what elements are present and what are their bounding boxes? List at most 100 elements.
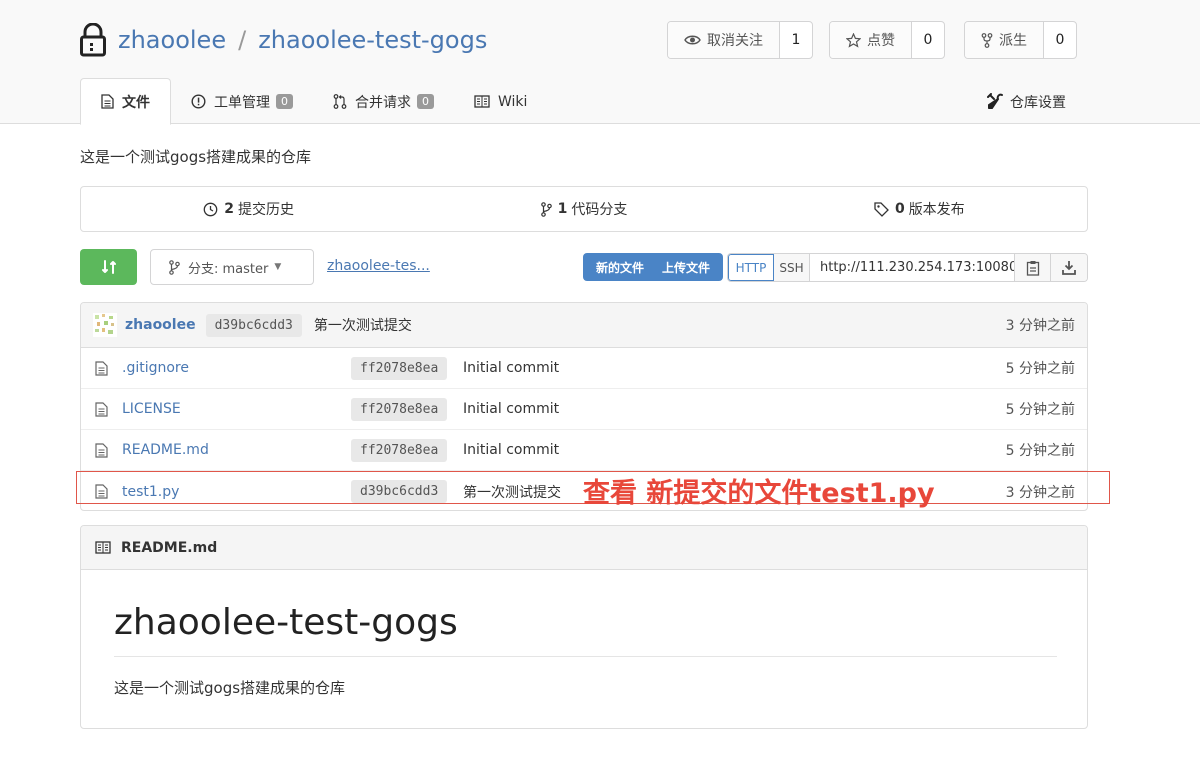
stat-releases[interactable]: 0 版本发布 — [752, 187, 1087, 231]
file-commit-sha[interactable]: ff2078e8ea — [351, 356, 448, 380]
commit-time: 3 分钟之前 — [1005, 318, 1075, 334]
file-commit-sha[interactable]: ff2078e8ea — [351, 438, 448, 462]
file-icon — [95, 360, 108, 376]
repo-name-link[interactable]: zhaoolee-test-gogs — [258, 26, 487, 54]
watch-button-group[interactable]: 取消关注 1 — [667, 21, 813, 59]
readme-divider — [114, 656, 1057, 657]
readme-filename: README.md — [121, 539, 218, 556]
clone-http-button[interactable]: HTTP — [728, 254, 774, 281]
file-commit-time: 5 分钟之前 — [1005, 443, 1075, 459]
star-button-group[interactable]: 点赞 0 — [829, 21, 945, 59]
file-commit-time: 5 分钟之前 — [1005, 361, 1075, 377]
avatar[interactable] — [93, 313, 117, 337]
clipboard-icon — [1026, 260, 1039, 276]
tab-wiki[interactable]: Wiki — [454, 78, 547, 125]
book-icon — [95, 541, 111, 554]
releases-count: 0 — [894, 201, 905, 217]
tab-files[interactable]: 文件 — [80, 78, 171, 125]
commits-count: 2 — [224, 201, 235, 217]
issues-count-badge: 0 — [276, 94, 293, 109]
file-action-buttons: 新的文件 上传文件 — [583, 253, 723, 281]
stat-commits[interactable]: 2 提交历史 — [81, 187, 416, 231]
latest-commit-row: zhaoolee d39bc6cdd3 第一次测试提交 3 分钟之前 — [81, 303, 1087, 348]
fork-button-group[interactable]: 派生 0 — [964, 21, 1077, 59]
file-name-link[interactable]: README.md — [122, 442, 350, 458]
file-commit-time: 5 分钟之前 — [1005, 402, 1075, 418]
clone-panel: HTTP SSH http://111.230.254.173:10080/ — [727, 253, 1088, 282]
book-icon — [474, 95, 490, 108]
readme-heading: zhaoolee-test-gogs — [114, 602, 458, 643]
branches-count: 1 — [557, 201, 568, 217]
tab-wiki-label: Wiki — [498, 93, 528, 110]
pull-request-icon — [333, 94, 347, 109]
file-commit-message[interactable]: Initial commit — [463, 442, 559, 458]
clone-url-field[interactable]: http://111.230.254.173:10080/ — [810, 254, 1015, 281]
fork-label: 派生 — [999, 33, 1027, 49]
branch-dropdown[interactable]: 分支: master ▼ — [150, 249, 314, 285]
tools-icon — [987, 93, 1003, 109]
branches-label: 代码分支 — [571, 202, 628, 218]
history-icon — [203, 202, 218, 216]
file-commit-message[interactable]: Initial commit — [463, 360, 559, 376]
new-file-button[interactable]: 新的文件 — [596, 259, 644, 276]
star-count[interactable]: 0 — [912, 22, 944, 58]
commit-author-link[interactable]: zhaoolee — [125, 317, 196, 333]
star-button[interactable]: 点赞 — [830, 22, 912, 58]
path-breadcrumb[interactable]: zhaoolee-tes... — [327, 258, 430, 274]
file-commit-sha[interactable]: ff2078e8ea — [351, 397, 448, 421]
releases-label: 版本发布 — [908, 202, 965, 218]
sync-icon — [101, 260, 116, 274]
tab-repo-settings[interactable]: 仓库设置 — [987, 78, 1066, 125]
unwatch-button[interactable]: 取消关注 — [668, 22, 780, 58]
fork-button[interactable]: 派生 — [965, 22, 1044, 58]
file-name-link[interactable]: .gitignore — [122, 360, 350, 376]
tab-issues-label: 工单管理 — [214, 94, 270, 111]
tab-pull-requests[interactable]: 合并请求 0 — [313, 78, 454, 125]
tag-icon — [874, 201, 889, 217]
repo-title: zhaoolee / zhaoolee-test-gogs — [80, 22, 487, 58]
readme-panel: README.md zhaoolee-test-gogs 这是一个测试gogs搭… — [80, 525, 1088, 729]
pull-requests-count-badge: 0 — [417, 94, 434, 109]
repo-owner-link[interactable]: zhaoolee — [118, 26, 226, 54]
issue-icon — [191, 94, 206, 109]
readme-paragraph: 这是一个测试gogs搭建成果的仓库 — [114, 679, 346, 697]
unwatch-label: 取消关注 — [707, 33, 763, 49]
file-text-icon — [101, 94, 114, 109]
eye-icon — [684, 35, 701, 45]
branch-icon — [540, 201, 552, 217]
star-label: 点赞 — [867, 33, 895, 49]
download-button[interactable] — [1051, 254, 1087, 281]
fork-count[interactable]: 0 — [1044, 22, 1076, 58]
table-row: README.md ff2078e8ea Initial commit 5 分钟… — [81, 430, 1087, 471]
download-icon — [1062, 261, 1076, 275]
readme-header: README.md — [81, 526, 1087, 570]
repo-description: 这是一个测试gogs搭建成果的仓库 — [80, 148, 312, 166]
caret-down-icon: ▼ — [274, 262, 282, 272]
repo-stats-bar: 2 提交历史 1 代码分支 0 版本发布 — [80, 186, 1088, 232]
annotation-text: 查看 新提交的文件test1.py — [583, 478, 935, 509]
repo-settings-label: 仓库设置 — [1010, 94, 1066, 111]
commit-message: 第一次测试提交 — [313, 318, 412, 334]
file-name-link[interactable]: LICENSE — [122, 401, 350, 417]
branch-dropdown-label: 分支: master — [188, 261, 269, 277]
repo-header: zhaoolee / zhaoolee-test-gogs 取消关注 1 点赞 … — [0, 0, 1200, 125]
table-row: .gitignore ff2078e8ea Initial commit 5 分… — [81, 348, 1087, 389]
fork-icon — [981, 32, 993, 48]
repo-path-separator: / — [238, 26, 247, 54]
copy-url-button[interactable] — [1015, 254, 1051, 281]
file-commit-message[interactable]: Initial commit — [463, 401, 559, 417]
repo-tabs: 文件 工单管理 0 合并请求 0 Wiki — [80, 78, 547, 125]
stat-branches[interactable]: 1 代码分支 — [416, 187, 751, 231]
watch-count[interactable]: 1 — [780, 22, 812, 58]
compare-sync-button[interactable] — [80, 249, 137, 285]
branch-icon — [169, 259, 180, 275]
tab-issues[interactable]: 工单管理 0 — [171, 78, 313, 125]
file-icon — [95, 442, 108, 458]
upload-file-button[interactable]: 上传文件 — [662, 259, 710, 276]
clone-ssh-button[interactable]: SSH — [774, 254, 810, 281]
commit-sha-badge[interactable]: d39bc6cdd3 — [205, 313, 302, 337]
tab-pull-requests-label: 合并请求 — [355, 94, 411, 111]
table-row: LICENSE ff2078e8ea Initial commit 5 分钟之前 — [81, 389, 1087, 430]
commits-label: 提交历史 — [238, 202, 295, 218]
star-icon — [846, 32, 861, 48]
